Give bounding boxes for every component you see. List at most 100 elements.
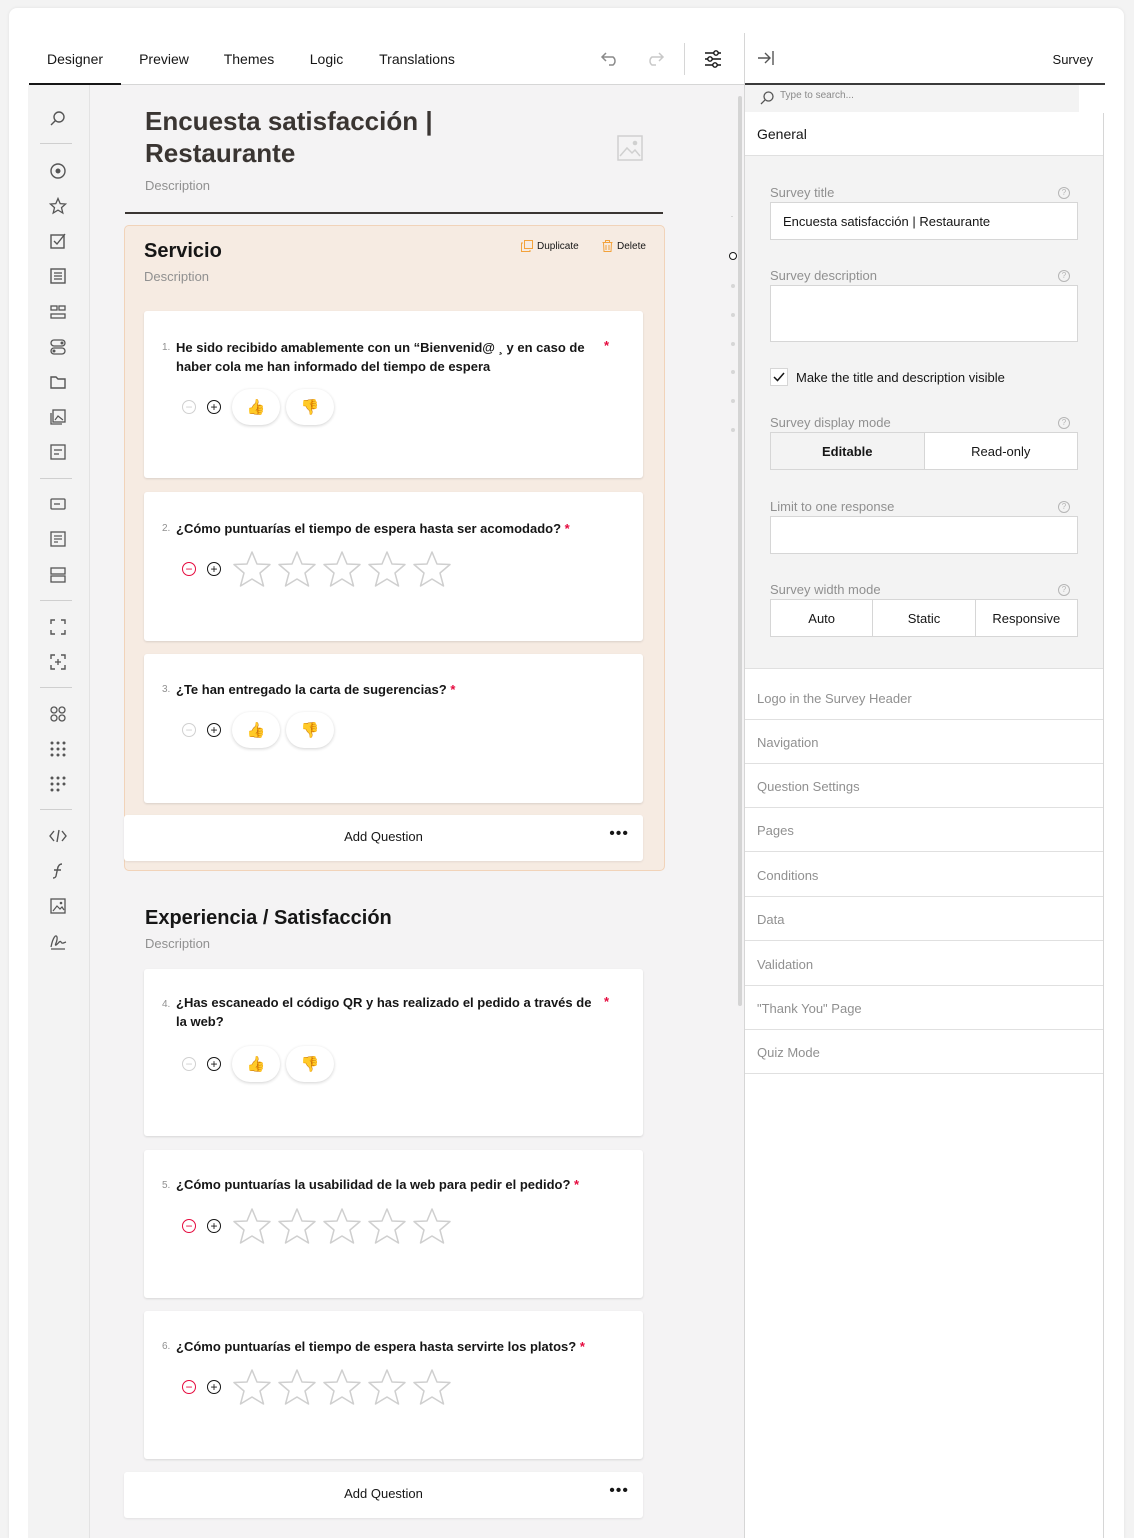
logo-placeholder-icon[interactable]	[617, 135, 643, 161]
checkbox-icon[interactable]	[48, 231, 68, 251]
help-icon[interactable]: ?	[1058, 417, 1070, 429]
matrix-multi-icon[interactable]	[48, 739, 68, 759]
question-title[interactable]: ¿Has escaneado el código QR y has realiz…	[176, 993, 601, 1031]
star-icon[interactable]	[322, 549, 362, 589]
section-thank-you-page[interactable]: "Thank You" Page	[745, 986, 1104, 1030]
add-question-button[interactable]: Add Question •••	[124, 1472, 643, 1518]
page-nav-dot[interactable]	[731, 284, 735, 288]
section-question-settings[interactable]: Question Settings	[745, 764, 1104, 808]
section-navigation[interactable]: Navigation	[745, 720, 1104, 764]
star-icon[interactable]	[412, 549, 452, 589]
width-mode-auto[interactable]: Auto	[771, 600, 874, 636]
star-icon[interactable]	[322, 1367, 362, 1407]
question-title[interactable]: ¿Cómo puntuarías el tiempo de espera has…	[176, 519, 570, 538]
settings-sliders-icon[interactable]	[702, 48, 724, 70]
decrease-icon[interactable]: −	[182, 1057, 196, 1071]
duplicate-button[interactable]: Duplicate	[521, 240, 579, 252]
section-logo[interactable]: Logo in the Survey Header	[745, 676, 1104, 720]
help-icon[interactable]: ?	[1058, 501, 1070, 513]
page-nav-dot[interactable]	[731, 370, 735, 374]
question-title[interactable]: ¿Cómo puntuarías la usabilidad de la web…	[176, 1175, 579, 1194]
star-icon[interactable]	[367, 549, 407, 589]
help-icon[interactable]: ?	[1058, 584, 1070, 596]
survey-title[interactable]: Encuesta satisfacción | Restaurante	[145, 105, 475, 169]
question-title[interactable]: He sido recibido amablemente con un “Bie…	[176, 338, 586, 376]
decrease-icon[interactable]: −	[182, 400, 196, 414]
increase-icon[interactable]: +	[207, 1057, 221, 1071]
page-nav-dot[interactable]	[731, 342, 735, 346]
more-options-icon[interactable]: •••	[609, 1482, 629, 1500]
matrix-single-icon[interactable]	[48, 704, 68, 724]
decrease-icon[interactable]: −	[182, 1219, 196, 1233]
thumbs-up-icon[interactable]: 👍	[232, 712, 280, 748]
signature-pad-icon[interactable]	[48, 931, 68, 951]
question-card-3[interactable]: 3. ¿Te han entregado la carta de sugeren…	[144, 654, 643, 803]
decrease-icon[interactable]: −	[182, 562, 196, 576]
page-nav-dot[interactable]	[731, 399, 735, 403]
page-description[interactable]: Description	[145, 936, 210, 951]
more-options-icon[interactable]: •••	[609, 825, 629, 843]
collapse-panel-icon[interactable]	[756, 49, 776, 72]
question-card-2[interactable]: 2. ¿Cómo puntuarías el tiempo de espera …	[144, 492, 643, 641]
section-conditions[interactable]: Conditions	[745, 853, 1104, 897]
add-question-button[interactable]: Add Question •••	[124, 815, 643, 861]
star-icon[interactable]	[232, 549, 272, 589]
increase-icon[interactable]: +	[207, 1380, 221, 1394]
visible-checkbox-row[interactable]: Make the title and description visible	[770, 368, 1005, 386]
search-icon[interactable]	[48, 109, 68, 129]
thumbs-up-icon[interactable]: 👍	[232, 1046, 280, 1082]
survey-description-textarea[interactable]	[770, 285, 1078, 342]
multiple-text-icon[interactable]	[48, 442, 68, 462]
delete-button[interactable]: Delete	[602, 240, 646, 252]
question-card-4[interactable]: 4. ¿Has escaneado el código QR y has rea…	[144, 969, 643, 1136]
html-code-icon[interactable]	[48, 826, 68, 846]
section-general[interactable]: General	[745, 112, 1104, 156]
page-description[interactable]: Description	[144, 269, 209, 284]
display-mode-editable[interactable]: Editable	[771, 433, 925, 469]
dropdown-icon[interactable]	[48, 266, 68, 286]
star-icon[interactable]	[412, 1367, 452, 1407]
star-icon[interactable]	[277, 1206, 317, 1246]
boolean-toggle-icon[interactable]	[48, 337, 68, 357]
tab-designer[interactable]: Designer	[29, 33, 121, 85]
star-icon[interactable]	[232, 1367, 272, 1407]
survey-title-input[interactable]: Encuesta satisfacción | Restaurante	[770, 202, 1078, 240]
page-title[interactable]: Servicio	[144, 240, 222, 263]
page-nav-dot[interactable]	[731, 428, 735, 432]
star-icon[interactable]	[322, 1206, 362, 1246]
tab-preview[interactable]: Preview	[128, 33, 200, 85]
help-icon[interactable]: ?	[1058, 187, 1070, 199]
ranking-icon[interactable]	[48, 302, 68, 322]
panel-expand-icon[interactable]	[48, 617, 68, 637]
page-title[interactable]: Experiencia / Satisfacción	[145, 907, 392, 930]
matrix-dynamic-icon[interactable]	[48, 774, 68, 794]
image-icon[interactable]	[48, 896, 68, 916]
tab-logic[interactable]: Logic	[299, 33, 354, 85]
section-data[interactable]: Data	[745, 897, 1104, 941]
limit-response-input[interactable]	[770, 516, 1078, 554]
section-quiz-mode[interactable]: Quiz Mode	[745, 1030, 1104, 1074]
property-grid-scrollbar[interactable]	[1103, 113, 1104, 1538]
width-mode-responsive[interactable]: Responsive	[976, 600, 1077, 636]
thumbs-down-icon[interactable]: 👎	[286, 389, 334, 425]
comment-icon[interactable]	[48, 529, 68, 549]
tab-themes[interactable]: Themes	[215, 33, 283, 85]
increase-icon[interactable]: +	[207, 562, 221, 576]
thumbs-down-icon[interactable]: 👎	[286, 1046, 334, 1082]
file-folder-icon[interactable]	[48, 372, 68, 392]
image-picker-icon[interactable]	[48, 407, 68, 427]
redo-icon[interactable]	[644, 48, 666, 70]
display-mode-readonly[interactable]: Read-only	[925, 433, 1078, 469]
page-nav-dot[interactable]	[731, 313, 735, 317]
star-icon[interactable]	[412, 1206, 452, 1246]
question-card-6[interactable]: 6. ¿Cómo puntuarías el tiempo de espera …	[144, 1311, 643, 1459]
question-card-1[interactable]: 1. He sido recibido amablemente con un “…	[144, 311, 643, 478]
question-title[interactable]: ¿Cómo puntuarías el tiempo de espera has…	[176, 1337, 585, 1356]
expression-function-icon[interactable]	[48, 861, 68, 881]
radio-group-icon[interactable]	[48, 161, 68, 181]
selected-object-label[interactable]: Survey	[1053, 52, 1093, 67]
question-title[interactable]: ¿Te han entregado la carta de sugerencia…	[176, 680, 455, 699]
survey-description[interactable]: Description	[145, 178, 210, 193]
dynamic-panel-icon[interactable]	[48, 652, 68, 672]
increase-icon[interactable]: +	[207, 1219, 221, 1233]
